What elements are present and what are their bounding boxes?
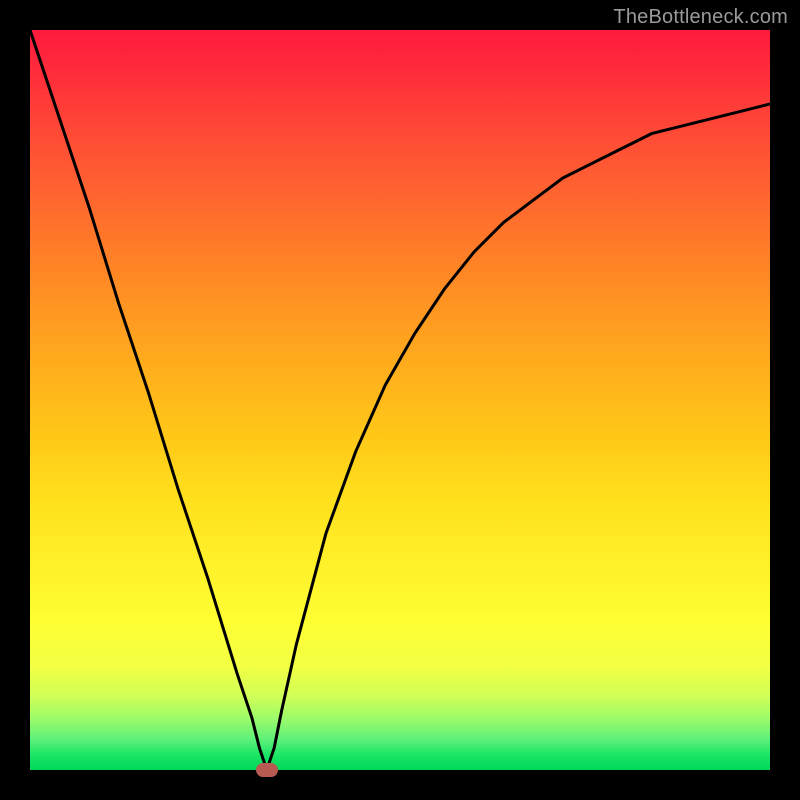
bottleneck-curve [30,30,770,770]
optimum-marker [256,763,278,777]
outer-frame: TheBottleneck.com [0,0,800,800]
plot-area [30,30,770,770]
watermark-label: TheBottleneck.com [613,6,788,29]
